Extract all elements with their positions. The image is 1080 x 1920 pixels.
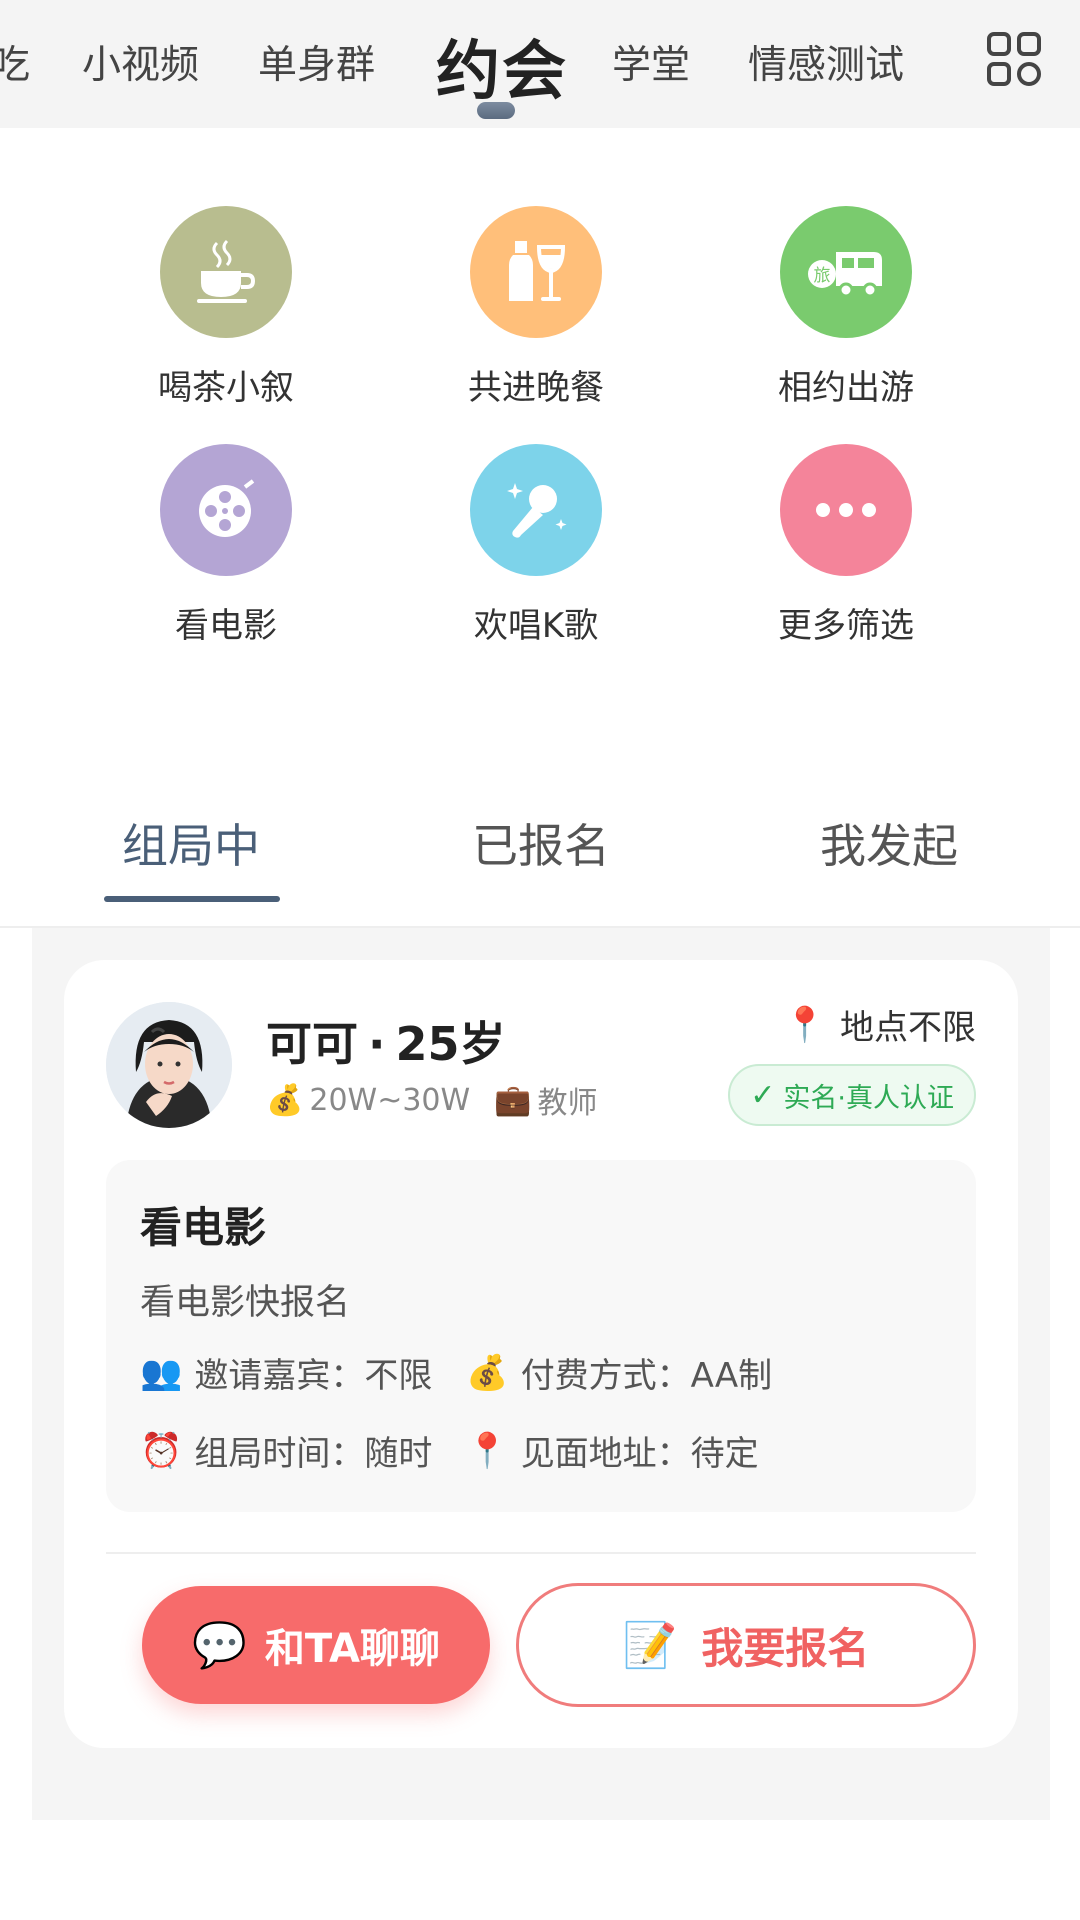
microphone-icon <box>470 444 602 576</box>
svg-text:旅: 旅 <box>814 266 831 286</box>
category-more-filters[interactable]: 更多筛选 <box>746 444 946 647</box>
category-label: 喝茶小叙 <box>158 368 294 408</box>
sign-up-button[interactable]: 📝 我要报名 <box>516 1583 976 1707</box>
category-label: 相约出游 <box>778 368 914 408</box>
category-karaoke[interactable]: 欢唱K歌 <box>436 444 636 647</box>
name-separator: · <box>368 1017 386 1071</box>
travel-bus-icon: 旅 <box>780 206 912 338</box>
sign-up-button-label: 我要报名 <box>701 1623 870 1673</box>
money-bag-icon: 💰 <box>466 1352 509 1393</box>
memo-pencil-icon: 📝 <box>622 1620 678 1671</box>
category-dinner[interactable]: 共进晚餐 <box>436 206 636 409</box>
card-divider <box>106 1552 976 1554</box>
avatar[interactable] <box>106 1002 232 1128</box>
location-pin-icon: 📍 <box>466 1430 509 1471</box>
category-travel[interactable]: 旅 相约出游 <box>746 206 946 409</box>
tab-signed-up[interactable]: 已报名 <box>472 810 610 876</box>
alarm-clock-icon: ⏰ <box>140 1430 183 1471</box>
tab-forming[interactable]: 组局中 <box>122 810 260 876</box>
location: 📍 地点不限 <box>784 1000 976 1049</box>
chat-button[interactable]: 💬 和TA聊聊 <box>142 1586 490 1704</box>
activity-row-guests-payment: 👥 邀请嘉宾：不限 💰 付费方式：AA制 <box>140 1348 772 1397</box>
grid-menu-icon[interactable] <box>985 30 1043 88</box>
speech-bubble-icon: 💬 <box>192 1620 247 1671</box>
nav-item-singles-group[interactable]: 单身群 <box>258 34 375 90</box>
location-text: 地点不限 <box>840 1008 976 1048</box>
category-tea[interactable]: 喝茶小叙 <box>126 206 326 409</box>
payment-method-text: 付费方式：AA制 <box>520 1356 773 1396</box>
location-pin-icon: 📍 <box>783 1004 826 1045</box>
category-label: 看电影 <box>175 606 277 646</box>
top-navigation: 吃 小视频 单身群 约会 学堂 情感测试 <box>0 0 1080 128</box>
event-tabs: 组局中 已报名 我发起 <box>0 770 1080 928</box>
nav-item-dating[interactable]: 约会 <box>436 20 568 112</box>
dinner-bottle-glass-icon <box>470 206 602 338</box>
verified-text: 实名·真人认证 <box>783 1082 954 1114</box>
activity-details: 看电影 看电影快报名 👥 邀请嘉宾：不限 💰 付费方式：AA制 ⏰ 组局时间：随… <box>106 1160 976 1512</box>
verified-badge: ✓ 实名·真人认证 <box>728 1064 976 1126</box>
tab-active-underline <box>104 896 280 902</box>
nav-item-academy[interactable]: 学堂 <box>612 34 690 90</box>
check-icon: ✓ <box>750 1077 776 1113</box>
invite-guests-text: 邀请嘉宾：不限 <box>194 1356 433 1396</box>
money-bag-icon: 💰 <box>266 1082 304 1118</box>
tea-cup-icon <box>160 206 292 338</box>
tab-initiated-by-me[interactable]: 我发起 <box>820 810 958 876</box>
user-income: 20W~30W <box>309 1082 471 1118</box>
film-reel-icon <box>160 444 292 576</box>
more-dots-icon <box>780 444 912 576</box>
activity-title: 看电影 <box>140 1203 267 1252</box>
event-card[interactable]: 可可 · 25岁 💰 20W~30W 💼 教师 📍 地点不限 ✓ 实名·真人认证 看… <box>64 960 1018 1748</box>
category-label: 欢唱K歌 <box>473 606 599 646</box>
activity-row-time-address: ⏰ 组局时间：随时 📍 见面地址：待定 <box>140 1426 759 1475</box>
meeting-time-text: 组局时间：随时 <box>194 1434 433 1474</box>
briefcase-icon: 💼 <box>494 1082 532 1118</box>
user-job: 教师 <box>537 1086 598 1121</box>
category-label: 更多筛选 <box>778 606 914 646</box>
nav-active-indicator <box>477 102 515 119</box>
category-label: 共进晚餐 <box>468 368 604 408</box>
user-name: 可可 <box>266 1017 358 1071</box>
nav-item-short-video[interactable]: 小视频 <box>82 34 199 90</box>
people-icon: 👥 <box>140 1352 183 1393</box>
chat-button-label: 和TA聊聊 <box>264 1626 440 1672</box>
user-meta: 💰 20W~30W 💼 教师 <box>266 1078 598 1122</box>
meeting-address-text: 见面地址：待定 <box>520 1434 759 1474</box>
activity-description: 看电影快报名 <box>140 1283 351 1323</box>
user-age: 25岁 <box>395 1017 506 1071</box>
category-movie[interactable]: 看电影 <box>126 444 326 647</box>
nav-item-partial[interactable]: 吃 <box>0 34 30 90</box>
user-name-age: 可可 · 25岁 <box>266 1008 506 1074</box>
nav-item-emotion-test[interactable]: 情感测试 <box>748 34 904 90</box>
